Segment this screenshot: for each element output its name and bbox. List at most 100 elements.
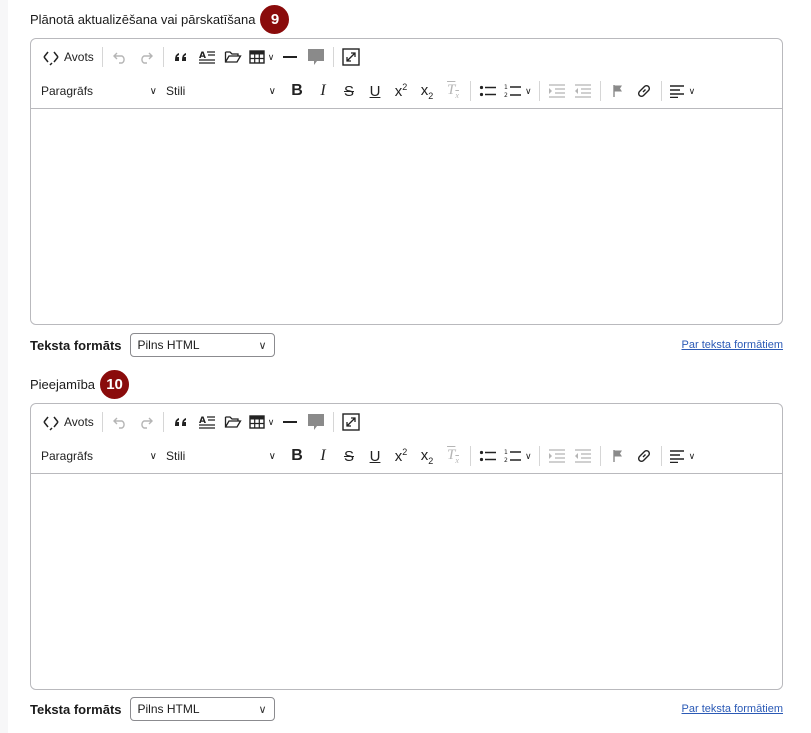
abbreviation-button[interactable]: A — [194, 410, 220, 434]
horizontal-line-icon — [283, 421, 298, 423]
editor-content-area[interactable] — [31, 474, 782, 689]
text-format-row: Teksta formāts Pilns HTML ∨ Par teksta f… — [30, 697, 783, 721]
blockquote-button[interactable] — [168, 410, 194, 434]
outdent-button[interactable] — [570, 444, 596, 468]
comment-button[interactable] — [303, 45, 329, 69]
outdent-icon — [574, 84, 591, 98]
strikethrough-button[interactable]: S — [336, 79, 362, 103]
chevron-down-icon: ∨ — [688, 450, 696, 461]
remove-format-button[interactable]: Tx — [440, 79, 466, 103]
text-format-row: Teksta formāts Pilns HTML ∨ Par teksta f… — [30, 333, 783, 357]
styles-dropdown[interactable]: Stili ∨ — [162, 79, 276, 103]
fullscreen-icon — [342, 413, 361, 431]
text-format-help-link[interactable]: Par teksta formātiem — [682, 339, 783, 351]
strikethrough-icon: S — [343, 447, 354, 465]
table-button[interactable]: ∨ — [246, 45, 278, 69]
italic-button[interactable]: I — [310, 79, 336, 103]
anchor-button[interactable] — [605, 444, 631, 468]
toolbar-row-2: Paragrāfs ∨ Stili ∨ B I S U x2 x2 Tx 1 2… — [37, 78, 698, 104]
source-button[interactable]: Avots — [37, 45, 98, 69]
text-format-help-link[interactable]: Par teksta formātiem — [682, 703, 783, 715]
italic-button[interactable]: I — [310, 444, 336, 468]
toolbar-separator — [660, 446, 662, 466]
svg-text:1: 1 — [504, 84, 508, 91]
toolbar-separator — [660, 81, 662, 101]
comment-icon — [308, 414, 325, 430]
undo-button[interactable] — [107, 410, 133, 434]
media-library-button[interactable] — [220, 45, 246, 69]
strikethrough-button[interactable]: S — [336, 444, 362, 468]
chevron-down-icon: ∨ — [525, 450, 532, 461]
source-icon — [43, 51, 59, 66]
toolbar-separator — [538, 446, 540, 466]
text-format-label: Teksta formāts — [30, 337, 122, 353]
toolbar-separator — [101, 412, 103, 432]
underline-button[interactable]: U — [362, 444, 388, 468]
subscript-button[interactable]: x2 — [414, 79, 440, 103]
media-library-button[interactable] — [220, 410, 246, 434]
source-button[interactable]: Avots — [37, 410, 98, 434]
bold-button[interactable]: B — [284, 444, 310, 468]
fullscreen-button[interactable] — [338, 410, 364, 434]
styles-label: Stili — [166, 84, 186, 98]
paragraph-format-dropdown[interactable]: Paragrāfs ∨ — [37, 79, 157, 103]
strikethrough-icon: S — [343, 82, 354, 100]
horizontal-line-icon — [283, 56, 298, 58]
bulleted-list-icon — [479, 450, 496, 462]
redo-button[interactable] — [133, 410, 159, 434]
table-button[interactable]: ∨ — [246, 410, 278, 434]
toolbar-row-1: Avots A ∨ — [37, 44, 364, 70]
indent-icon — [548, 84, 565, 98]
underline-icon: U — [369, 447, 381, 465]
anchor-button[interactable] — [605, 79, 631, 103]
abbreviation-button[interactable]: A — [194, 45, 220, 69]
blockquote-button[interactable] — [168, 45, 194, 69]
italic-icon: I — [320, 82, 326, 99]
toolbar-separator — [599, 81, 601, 101]
blockquote-icon — [174, 418, 186, 426]
field-label-text: Pieejamība — [30, 377, 96, 392]
text-format-select[interactable]: Pilns HTML ∨ — [129, 333, 275, 357]
field-label: Pieejamība 10 — [30, 368, 132, 401]
paragraph-format-dropdown[interactable]: Paragrāfs ∨ — [37, 444, 157, 468]
link-button[interactable] — [631, 79, 657, 103]
comment-button[interactable] — [303, 410, 329, 434]
styles-dropdown[interactable]: Stili ∨ — [162, 444, 276, 468]
underline-icon: U — [369, 82, 381, 100]
subscript-icon: x2 — [420, 81, 434, 101]
underline-button[interactable]: U — [362, 79, 388, 103]
fullscreen-button[interactable] — [338, 45, 364, 69]
source-icon — [43, 416, 59, 431]
comment-icon — [308, 49, 325, 65]
indent-button[interactable] — [544, 444, 570, 468]
link-icon — [637, 84, 650, 98]
indent-button[interactable] — [544, 79, 570, 103]
step-badge: 9 — [258, 3, 292, 36]
text-format-value: Pilns HTML — [137, 702, 200, 716]
bold-icon: B — [291, 447, 303, 464]
bulleted-list-button[interactable] — [475, 444, 501, 468]
horizontal-line-button[interactable] — [277, 410, 303, 434]
horizontal-line-button[interactable] — [277, 45, 303, 69]
redo-button[interactable] — [133, 45, 159, 69]
editor-content-area[interactable] — [31, 109, 782, 324]
undo-button[interactable] — [107, 45, 133, 69]
text-format-select[interactable]: Pilns HTML ∨ — [129, 697, 275, 721]
numbered-list-button[interactable]: 12 ∨ — [501, 444, 535, 468]
superscript-button[interactable]: x2 — [388, 444, 414, 468]
svg-text:2: 2 — [504, 457, 508, 464]
bulleted-list-button[interactable] — [475, 79, 501, 103]
subscript-button[interactable]: x2 — [414, 444, 440, 468]
superscript-button[interactable]: x2 — [388, 79, 414, 103]
outdent-button[interactable] — [570, 79, 596, 103]
align-icon — [669, 85, 684, 98]
align-button[interactable]: ∨ — [666, 444, 699, 468]
align-button[interactable]: ∨ — [666, 79, 699, 103]
bold-button[interactable]: B — [284, 79, 310, 103]
flag-icon — [612, 450, 622, 462]
link-button[interactable] — [631, 444, 657, 468]
align-icon — [669, 450, 684, 463]
remove-format-button[interactable]: Tx — [440, 444, 466, 468]
numbered-list-button[interactable]: 12 ∨ — [501, 79, 535, 103]
step-badge: 10 — [98, 368, 132, 401]
